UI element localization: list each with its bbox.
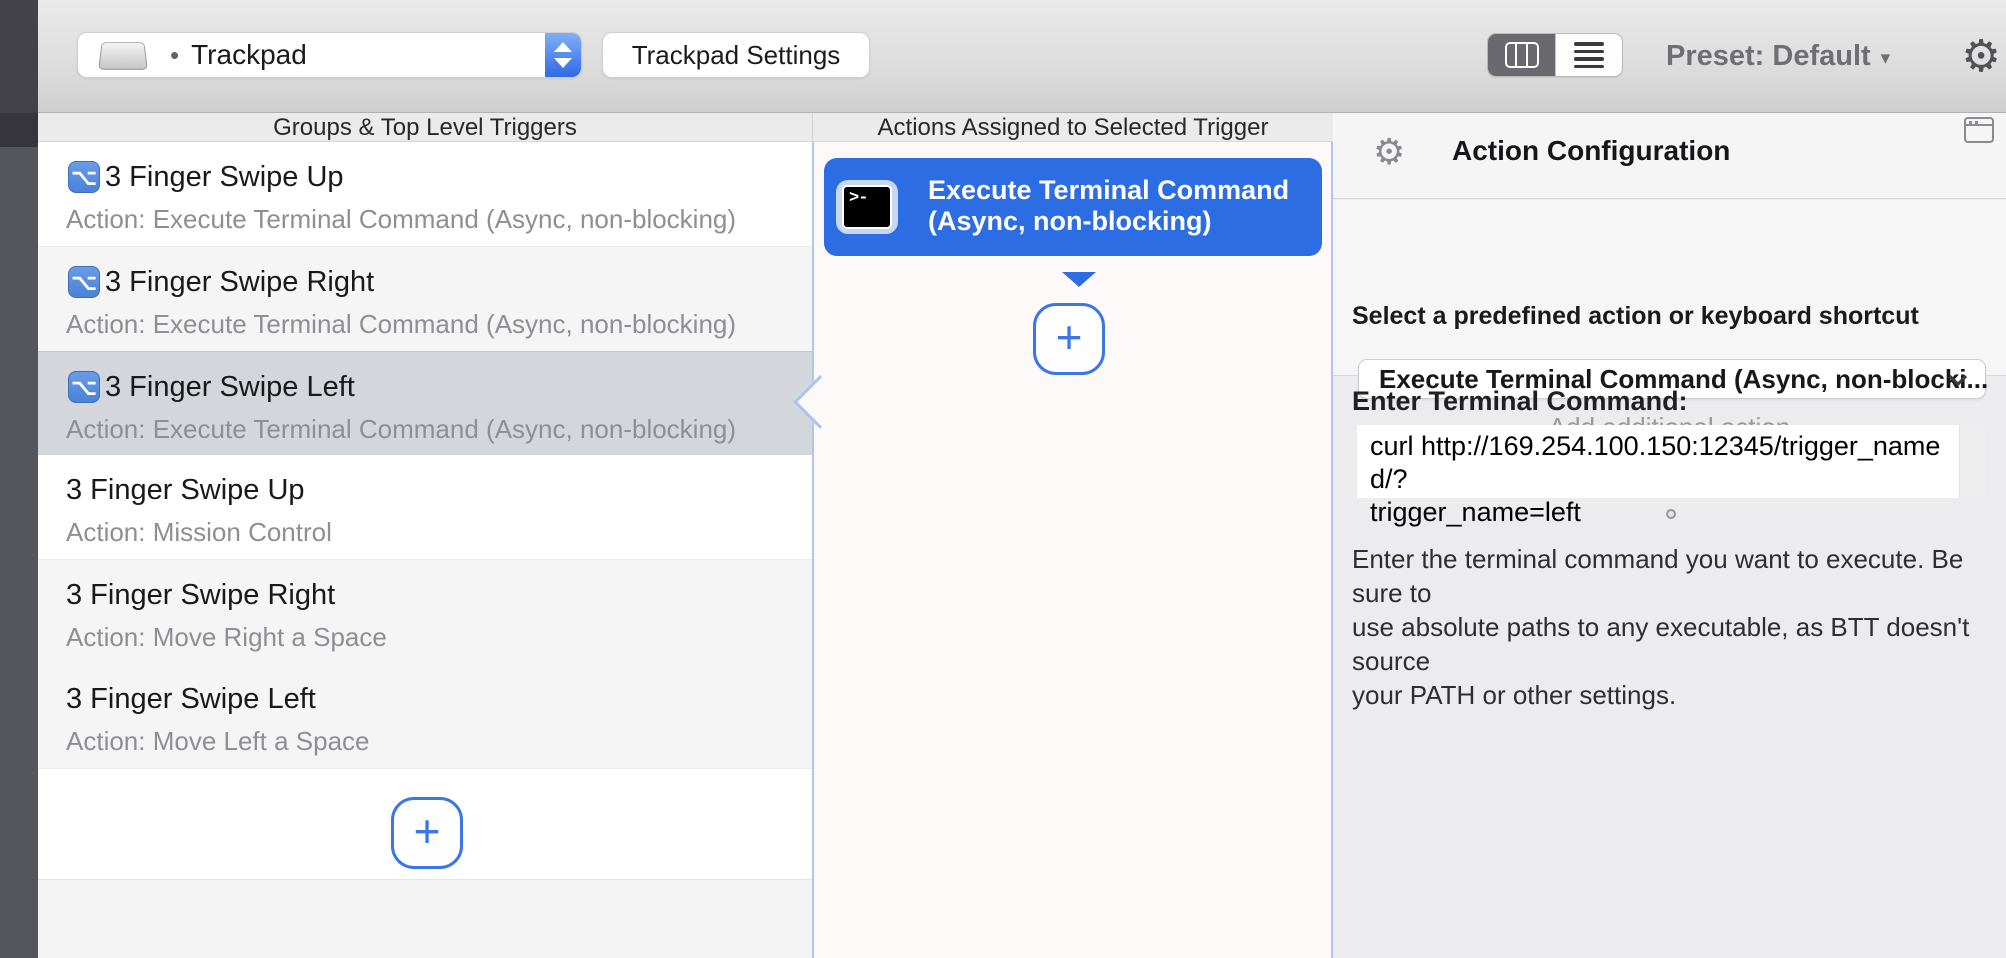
trigger-row[interactable]: ⌥ 3 Finger Swipe Right Action: Execute T…	[38, 247, 812, 352]
sidebar-strip-header	[0, 113, 38, 147]
trigger-row[interactable]: 3 Finger Swipe Right Action: Move Right …	[38, 560, 812, 665]
columns-view-button[interactable]	[1488, 34, 1555, 76]
window-toggle-icon[interactable]	[1964, 117, 1994, 143]
card-pointer-notch	[1062, 272, 1096, 287]
command-helper-text: Enter the terminal command you want to e…	[1352, 542, 2006, 712]
preset-label: Preset: Default	[1666, 40, 1871, 73]
terminal-command-value: curl http://169.254.100.150:12345/trigge…	[1370, 430, 1953, 529]
columns-view-icon	[1505, 42, 1539, 68]
trackpad-icon	[98, 42, 148, 70]
list-view-icon	[1574, 42, 1604, 68]
settings-gear-button[interactable]: ⚙	[1955, 0, 2006, 113]
trigger-row[interactable]: 3 Finger Swipe Left Action: Move Left a …	[38, 664, 812, 769]
plus-icon: +	[414, 804, 441, 858]
trigger-action-subtitle: Action: Execute Terminal Command (Async,…	[66, 309, 736, 340]
trigger-title: 3 Finger Swipe Up	[66, 474, 305, 507]
config-panel-title: Action Configuration	[1452, 135, 1730, 167]
view-toggle-segmented-control	[1487, 33, 1623, 77]
trigger-title: 3 Finger Swipe Left	[105, 371, 355, 404]
gesture-icon: ⌥	[68, 161, 100, 193]
bettertouchtool-window: • Trackpad Trackpad Settings Preset: Def…	[0, 0, 2006, 958]
trigger-action-subtitle: Action: Move Left a Space	[66, 726, 370, 757]
gesture-icon: ⌥	[68, 371, 100, 403]
device-picker-value: Trackpad	[191, 39, 307, 71]
trigger-title: 3 Finger Swipe Left	[66, 683, 316, 716]
chevron-down-icon	[554, 58, 572, 68]
plus-icon: +	[1056, 310, 1083, 364]
trigger-action-subtitle: Action: Move Right a Space	[66, 622, 387, 653]
device-status-bullet: •	[170, 40, 179, 71]
gesture-icon: ⌥	[68, 266, 100, 298]
gear-icon: ⚙	[1961, 31, 2000, 82]
triggers-list: ⌥ 3 Finger Swipe Up Action: Execute Term…	[38, 142, 812, 958]
preset-caret-icon: ▾	[1881, 43, 1891, 70]
actions-column-header: Actions Assigned to Selected Trigger	[812, 113, 1333, 142]
config-gear-icon: ⚙	[1373, 131, 1405, 173]
toolbar: • Trackpad Trackpad Settings Preset: Def…	[38, 0, 2006, 113]
device-picker-stepper[interactable]	[545, 33, 581, 77]
sidebar-strip[interactable]	[0, 147, 38, 958]
list-view-button[interactable]	[1555, 34, 1622, 76]
trigger-row[interactable]: 3 Finger Swipe Up Action: Mission Contro…	[38, 455, 812, 560]
trackpad-settings-button[interactable]: Trackpad Settings	[602, 32, 870, 78]
trigger-title: 3 Finger Swipe Right	[66, 579, 335, 612]
trigger-action-subtitle: Action: Execute Terminal Command (Async,…	[66, 414, 736, 445]
trigger-action-subtitle: Action: Execute Terminal Command (Async,…	[66, 204, 736, 235]
assigned-actions-panel: >- Execute Terminal Command (Async, non-…	[812, 142, 1333, 958]
groups-column-header: Groups & Top Level Triggers	[38, 113, 812, 142]
device-picker-dropdown[interactable]: • Trackpad	[77, 32, 582, 78]
sidebar-strip-top	[0, 0, 38, 113]
chevron-up-icon	[554, 42, 572, 52]
trigger-row[interactable]: ⌥ 3 Finger Swipe Up Action: Execute Term…	[38, 142, 812, 247]
action-select-section: Select a predefined action or keyboard s…	[1333, 200, 2006, 376]
assigned-action-card[interactable]: >- Execute Terminal Command (Async, non-…	[824, 158, 1322, 256]
preset-selector[interactable]: Preset: Default ▾	[1666, 0, 1890, 113]
trigger-title: 3 Finger Swipe Up	[105, 161, 344, 194]
add-trigger-button[interactable]: +	[391, 797, 463, 869]
action-configuration-panel: ⚙ Action Configuration Select a predefin…	[1333, 113, 2006, 958]
field-scrollbar-gutter[interactable]	[1959, 425, 1985, 498]
select-action-label: Select a predefined action or keyboard s…	[1352, 302, 1919, 331]
triggers-list-footer	[38, 879, 812, 958]
terminal-command-input[interactable]: curl http://169.254.100.150:12345/trigge…	[1357, 425, 1985, 498]
assigned-action-title: Execute Terminal Command (Async, non-blo…	[928, 175, 1289, 237]
trigger-title: 3 Finger Swipe Right	[105, 266, 374, 299]
trigger-row-selected[interactable]: ⌥ 3 Finger Swipe Left Action: Execute Te…	[38, 351, 812, 456]
terminal-command-label: Enter Terminal Command:	[1352, 386, 1688, 417]
trigger-action-subtitle: Action: Mission Control	[66, 517, 332, 548]
add-action-button[interactable]: +	[1033, 303, 1105, 375]
terminal-app-icon: >-	[836, 180, 898, 234]
column-headers-bar: Groups & Top Level Triggers Actions Assi…	[38, 113, 1333, 142]
add-trigger-row: +	[38, 769, 812, 879]
field-resize-handle[interactable]	[1666, 509, 1676, 519]
config-header-section: ⚙ Action Configuration	[1333, 113, 2006, 199]
